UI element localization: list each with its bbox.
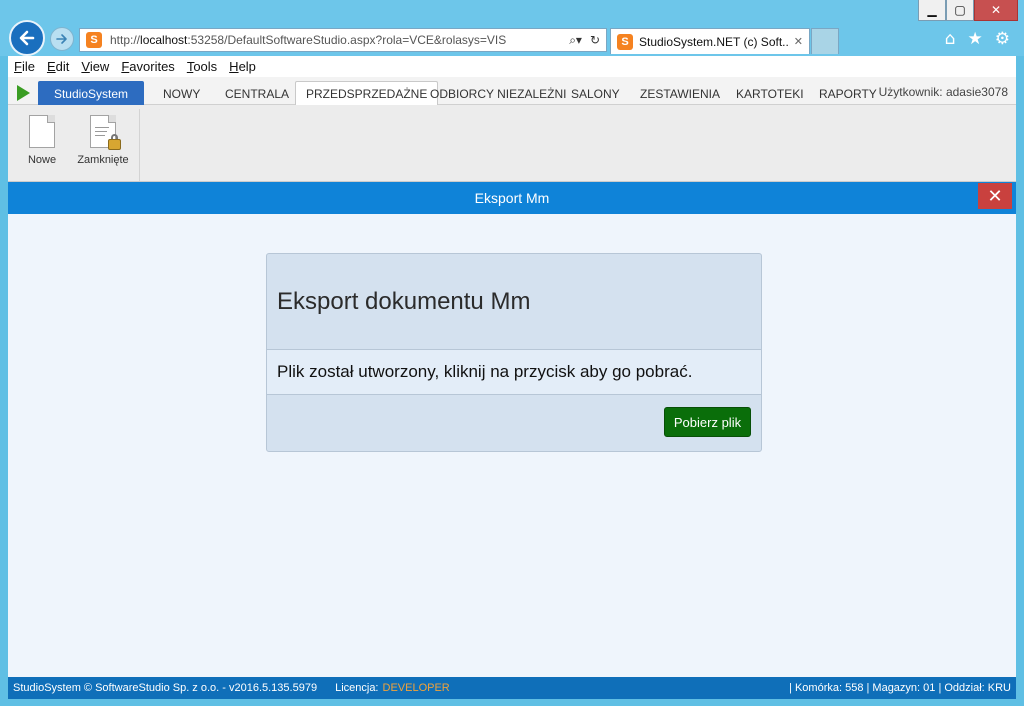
forward-arrow-icon [56, 34, 67, 44]
panel-message: Plik został utworzony, kliknij na przyci… [267, 350, 761, 395]
license-label: Licencja: [335, 682, 379, 694]
dialog-title: Eksport Mm [474, 190, 550, 206]
play-icon[interactable] [17, 85, 30, 101]
location-info: | Komórka: 558 | Magazyn: 01 | Oddział: … [789, 682, 1011, 694]
nav-raporty[interactable]: RAPORTY [809, 81, 887, 106]
menu-view[interactable]: View [75, 59, 115, 74]
address-bar[interactable]: S http://localhost:53258/DefaultSoftware… [79, 28, 607, 52]
forward-button[interactable] [50, 27, 74, 51]
browser-tab[interactable]: S StudioSystem.NET (c) Soft... ✕ [610, 28, 810, 54]
new-document-label: Nowe [27, 154, 57, 166]
menu-tools[interactable]: Tools [181, 59, 223, 74]
menu-edit[interactable]: Edit [41, 59, 75, 74]
new-tab-button[interactable] [811, 28, 839, 54]
browser-titlebar: ▁ ▢ ✕ S http://localhost:53258/DefaultSo… [0, 0, 1024, 56]
ribbon-separator [139, 109, 140, 181]
dialog-content: Eksport dokumentu Mm Plik został utworzo… [8, 214, 1016, 677]
back-arrow-icon [19, 30, 35, 46]
menu-file[interactable]: File [8, 59, 41, 74]
status-bar: StudioSystem © SoftwareStudio Sp. z o.o.… [8, 677, 1016, 699]
close-icon: ✕ [987, 185, 1003, 207]
settings-gear-icon[interactable]: ⚙ [995, 29, 1010, 49]
copyright-text: StudioSystem © SoftwareStudio Sp. z o.o.… [13, 682, 318, 694]
download-file-button[interactable]: Pobierz plik [664, 407, 751, 437]
user-info: Użytkownik: adasie3078 [878, 85, 1008, 99]
menu-bar: File Edit View Favorites Tools Help [8, 56, 1016, 77]
tab-close-icon[interactable]: ✕ [794, 35, 803, 48]
favorites-star-icon[interactable]: ★ [968, 29, 983, 49]
search-icon[interactable]: ⌕▾ [569, 33, 582, 48]
site-favicon-icon: S [86, 32, 102, 48]
nav-nowy[interactable]: NOWY [153, 81, 210, 106]
menu-favorites[interactable]: Favorites [115, 59, 180, 74]
nav-zestawienia[interactable]: ZESTAWIENIA [630, 81, 730, 106]
dialog-close-button[interactable]: ✕ [978, 183, 1012, 209]
dialog-header: Eksport Mm ✕ [8, 182, 1016, 214]
tab-favicon-icon: S [617, 33, 633, 50]
export-panel: Eksport dokumentu Mm Plik został utworzo… [266, 253, 762, 452]
new-document-icon [29, 115, 55, 148]
new-document-button[interactable]: Nowe [14, 115, 70, 166]
panel-heading: Eksport dokumentu Mm [267, 254, 761, 350]
ribbon-toolbar: Nowe Zamknięte [8, 105, 1016, 182]
nav-przedsprzedazne[interactable]: PRZEDSPRZEDAŻNE [295, 81, 439, 106]
home-icon[interactable]: ⌂ [945, 29, 956, 49]
back-button[interactable] [9, 20, 45, 56]
refresh-icon[interactable]: ↻ [590, 33, 600, 48]
menu-help[interactable]: Help [223, 59, 262, 74]
nav-kartoteki[interactable]: KARTOTEKI [726, 81, 814, 106]
panel-footer: Pobierz plik [267, 395, 761, 451]
nav-odbiorcy-niezalezni[interactable]: ODBIORCY NIEZALEŻNI [420, 81, 576, 106]
url-prefix: http:// [110, 33, 141, 47]
url-host: localhost [140, 33, 188, 47]
maximize-button[interactable]: ▢ [946, 0, 974, 21]
url-path: :53258/DefaultSoftwareStudio.aspx?rola=V… [187, 33, 507, 47]
license-value: DEVELOPER [382, 682, 450, 694]
locked-document-icon [90, 115, 121, 150]
window-controls: ▁ ▢ ✕ [918, 0, 1018, 22]
closed-documents-label: Zamknięte [77, 154, 129, 166]
nav-salony[interactable]: SALONY [561, 81, 630, 106]
minimize-button[interactable]: ▁ [918, 0, 946, 21]
nav-centrala[interactable]: CENTRALA [215, 81, 299, 106]
close-window-button[interactable]: ✕ [974, 0, 1018, 21]
closed-documents-button[interactable]: Zamknięte [75, 115, 131, 166]
brand-tab-studiosystem[interactable]: StudioSystem [38, 81, 144, 106]
tab-title: StudioSystem.NET (c) Soft... [639, 34, 790, 49]
app-navigation: StudioSystem NOWY CENTRALA PRZEDSPRZEDAŻ… [8, 77, 1016, 106]
